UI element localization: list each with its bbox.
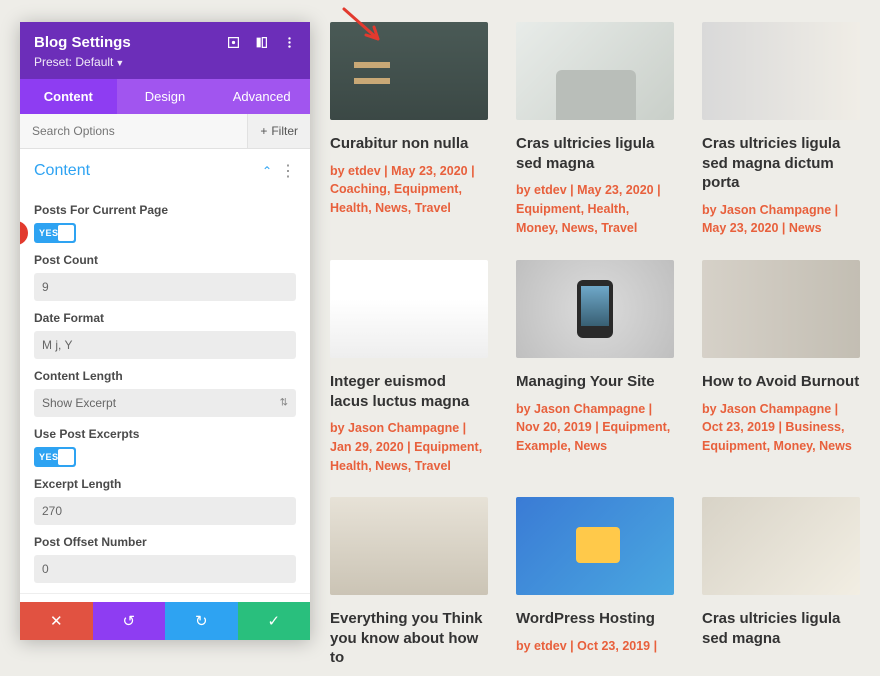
more-icon[interactable] <box>282 36 296 50</box>
check-icon: ✓ <box>267 612 280 630</box>
post-offset-label: Post Offset Number <box>34 535 296 549</box>
card-thumbnail <box>516 260 674 358</box>
cancel-button[interactable]: ✕ <box>20 602 93 640</box>
blog-card[interactable]: Integer euismod lacus luctus magna by Jas… <box>330 260 488 475</box>
card-thumbnail <box>330 22 488 120</box>
section-content-body: Posts For Current Page 1 YES Post Count … <box>20 203 310 600</box>
panel-header: Blog Settings Preset: Default▼ <box>20 22 310 79</box>
excerpt-length-label: Excerpt Length <box>34 477 296 491</box>
callout-badge: 1 <box>20 221 28 245</box>
toggle-knob <box>58 449 74 465</box>
card-title: Integer euismod lacus luctus magna <box>330 372 488 411</box>
card-meta: by Jason Champagne | Jan 29, 2020 | Equi… <box>330 419 488 475</box>
post-count-input[interactable] <box>34 273 296 301</box>
posts-current-page-toggle[interactable]: YES <box>34 223 76 243</box>
use-post-excerpts-toggle[interactable]: YES <box>34 447 76 467</box>
card-title: Managing Your Site <box>516 372 674 392</box>
section-content-title: Content <box>34 162 262 180</box>
toggle-knob <box>58 225 74 241</box>
panel-footer: ✕ ↺ ↻ ✓ <box>20 602 310 640</box>
chevron-down-icon: ▼ <box>115 58 124 68</box>
card-meta: by Jason Champagne | May 23, 2020 | News <box>702 201 860 239</box>
card-thumbnail <box>702 22 860 120</box>
blog-card[interactable]: WordPress Hosting by etdev | Oct 23, 2019… <box>516 497 674 676</box>
blog-card[interactable]: Everything you Think you know about how … <box>330 497 488 676</box>
tab-design[interactable]: Design <box>117 79 214 114</box>
save-button[interactable]: ✓ <box>238 602 311 640</box>
card-title: WordPress Hosting <box>516 609 674 629</box>
card-meta: by etdev | May 23, 2020 | Coaching, Equi… <box>330 162 488 218</box>
tab-content[interactable]: Content <box>20 79 117 114</box>
undo-button[interactable]: ↺ <box>93 602 166 640</box>
posts-current-page-label: Posts For Current Page <box>34 203 296 217</box>
card-meta: by Jason Champagne | Oct 23, 2019 | Busi… <box>702 400 860 456</box>
redo-button[interactable]: ↻ <box>165 602 238 640</box>
tab-advanced[interactable]: Advanced <box>213 79 310 114</box>
card-thumbnail <box>702 260 860 358</box>
use-post-excerpts-label: Use Post Excerpts <box>34 427 296 441</box>
chevron-up-icon: ⌃ <box>262 164 272 178</box>
post-offset-input[interactable] <box>34 555 296 583</box>
post-count-label: Post Count <box>34 253 296 267</box>
card-thumbnail <box>702 497 860 595</box>
toggle-text: YES <box>39 228 59 238</box>
card-title: How to Avoid Burnout <box>702 372 860 392</box>
card-thumbnail <box>516 22 674 120</box>
filter-label: Filter <box>271 124 298 138</box>
section-content-header[interactable]: Content ⌃ ⋮ <box>20 149 310 193</box>
undo-icon: ↺ <box>122 612 135 630</box>
card-title: Everything you Think you know about how … <box>330 609 488 668</box>
blog-settings-panel: Blog Settings Preset: Default▼ Content D… <box>20 22 310 640</box>
excerpt-length-input[interactable] <box>34 497 296 525</box>
date-format-label: Date Format <box>34 311 296 325</box>
panel-body: Content ⌃ ⋮ Posts For Current Page 1 YES… <box>20 149 310 602</box>
preset-label: Preset: Default <box>34 55 113 69</box>
panel-title: Blog Settings <box>34 34 226 51</box>
redo-icon: ↻ <box>195 612 208 630</box>
expand-icon[interactable] <box>254 36 268 50</box>
preset-selector[interactable]: Preset: Default▼ <box>34 55 296 69</box>
date-format-input[interactable] <box>34 331 296 359</box>
plus-icon: + <box>260 124 267 138</box>
section-more-icon[interactable]: ⋮ <box>280 161 296 181</box>
search-row: + Filter <box>20 114 310 149</box>
filter-button[interactable]: + Filter <box>247 114 310 148</box>
blog-grid: Curabitur non nulla by etdev | May 23, 20… <box>330 22 860 676</box>
card-thumbnail <box>330 497 488 595</box>
blog-card[interactable]: Curabitur non nulla by etdev | May 23, 20… <box>330 22 488 238</box>
blog-card[interactable]: Cras ultricies ligula sed magna dictum p… <box>702 22 860 238</box>
card-title: Curabitur non nulla <box>330 134 488 154</box>
card-thumbnail <box>516 497 674 595</box>
card-thumbnail <box>330 260 488 358</box>
toggle-text: YES <box>39 452 59 462</box>
card-meta: by etdev | May 23, 2020 | Equipment, Hea… <box>516 181 674 237</box>
blog-card[interactable]: Cras ultricies ligula sed magna by etdev … <box>516 22 674 238</box>
blog-card[interactable]: Cras ultricies ligula sed magna <box>702 497 860 676</box>
search-input[interactable] <box>20 114 247 148</box>
card-title: Cras ultricies ligula sed magna dictum p… <box>702 134 860 193</box>
close-icon: ✕ <box>50 612 63 630</box>
content-length-label: Content Length <box>34 369 296 383</box>
focus-icon[interactable] <box>226 36 240 50</box>
card-title: Cras ultricies ligula sed magna <box>516 134 674 173</box>
card-title: Cras ultricies ligula sed magna <box>702 609 860 648</box>
content-length-select[interactable]: Show Excerpt <box>34 389 296 417</box>
card-meta: by Jason Champagne | Nov 20, 2019 | Equi… <box>516 400 674 456</box>
settings-tabs: Content Design Advanced <box>20 79 310 114</box>
blog-card[interactable]: Managing Your Site by Jason Champagne | N… <box>516 260 674 475</box>
card-meta: by etdev | Oct 23, 2019 | <box>516 637 674 656</box>
divider <box>20 593 310 594</box>
blog-card[interactable]: How to Avoid Burnout by Jason Champagne |… <box>702 260 860 475</box>
